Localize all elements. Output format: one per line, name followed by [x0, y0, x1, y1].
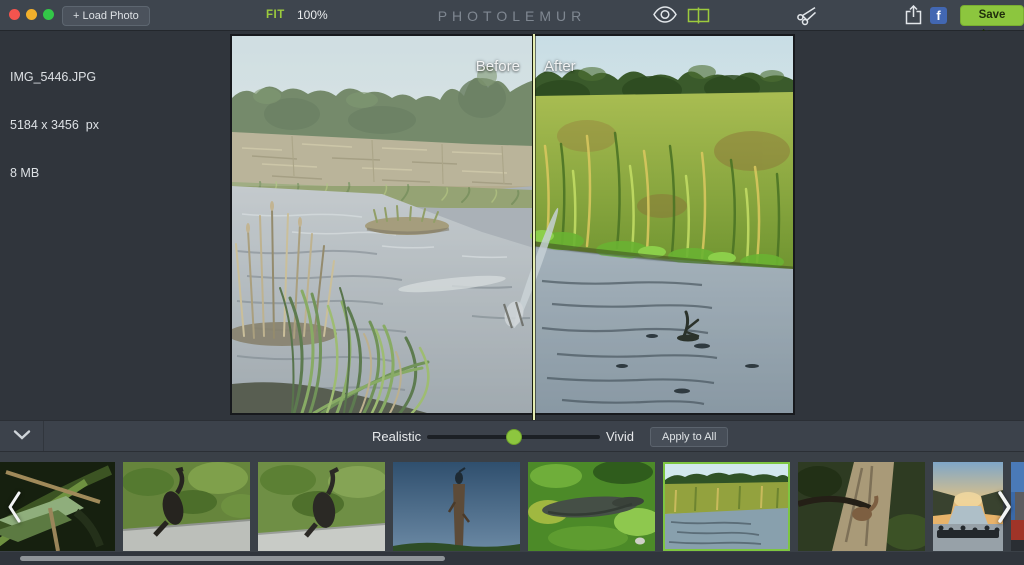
- enhance-slider-knob[interactable]: [506, 429, 522, 445]
- photo-info: IMG_5446.JPG 5184 x 3456 px 8 MB: [10, 37, 99, 213]
- main-canvas-area: IMG_5446.JPG 5184 x 3456 px 8 MB: [0, 31, 1024, 420]
- vivid-label: Vivid: [606, 429, 634, 444]
- thumbnail-snag-bird[interactable]: [393, 462, 520, 551]
- thumbnail-sunset-canal[interactable]: [933, 462, 1003, 551]
- facebook-icon[interactable]: f: [930, 7, 947, 24]
- scissors-icon[interactable]: [796, 5, 817, 31]
- apply-to-all-button[interactable]: Apply to All: [650, 427, 728, 447]
- before-after-photo[interactable]: Before After: [230, 34, 795, 415]
- enhance-slider-track[interactable]: [427, 435, 600, 439]
- thumbnail-alligator[interactable]: [528, 462, 655, 551]
- next-thumbnails-chevron[interactable]: [997, 490, 1013, 529]
- after-label: After: [544, 58, 576, 75]
- app-title: PHOTOLEMUR: [0, 8, 1024, 24]
- photolemur-window: + Load Photo FIT 100% PHOTOLEMUR: [0, 0, 1024, 565]
- photo-filesize: 8 MB: [10, 165, 99, 181]
- enhance-controls-bar: Realistic Vivid Apply to All: [0, 420, 1024, 452]
- chevron-down-icon: [12, 429, 32, 444]
- eye-preview-icon[interactable]: [653, 6, 677, 28]
- thumbnail-tree-squirrel[interactable]: [798, 462, 925, 551]
- photo-filename: IMG_5446.JPG: [10, 69, 99, 85]
- thumbnail-image: [933, 462, 1003, 551]
- thumbnail-cormorant-2[interactable]: [258, 462, 385, 551]
- thumbnail-image: [798, 462, 925, 551]
- wetland-photo-canvas: [232, 36, 793, 413]
- prev-thumbnails-chevron[interactable]: [6, 490, 22, 529]
- split-compare-icon[interactable]: [687, 7, 710, 29]
- thumbnail-row: [0, 462, 1024, 551]
- photo-dimensions: 5184 x 3456 px: [10, 117, 99, 133]
- share-icon[interactable]: [905, 5, 922, 30]
- collapse-panel-button[interactable]: [0, 421, 44, 451]
- before-label: Before: [476, 58, 520, 75]
- thumbnail-strip: [0, 452, 1024, 552]
- thumbnail-image: [123, 462, 250, 551]
- thumbnail-cormorant-1[interactable]: [123, 462, 250, 551]
- compare-divider-handle[interactable]: [533, 34, 535, 425]
- thumbnail-wetland-selected[interactable]: [663, 462, 790, 551]
- realistic-label: Realistic: [372, 429, 421, 444]
- save-to-button[interactable]: Save to...: [960, 5, 1024, 26]
- horizontal-scrollbar[interactable]: [20, 556, 445, 561]
- thumbnail-scroll-zone: [0, 552, 1024, 565]
- thumbnail-image: [258, 462, 385, 551]
- thumbnail-image: [665, 464, 788, 549]
- thumbnail-image: [393, 462, 520, 551]
- thumbnail-image: [528, 462, 655, 551]
- top-toolbar: + Load Photo FIT 100% PHOTOLEMUR: [0, 0, 1024, 31]
